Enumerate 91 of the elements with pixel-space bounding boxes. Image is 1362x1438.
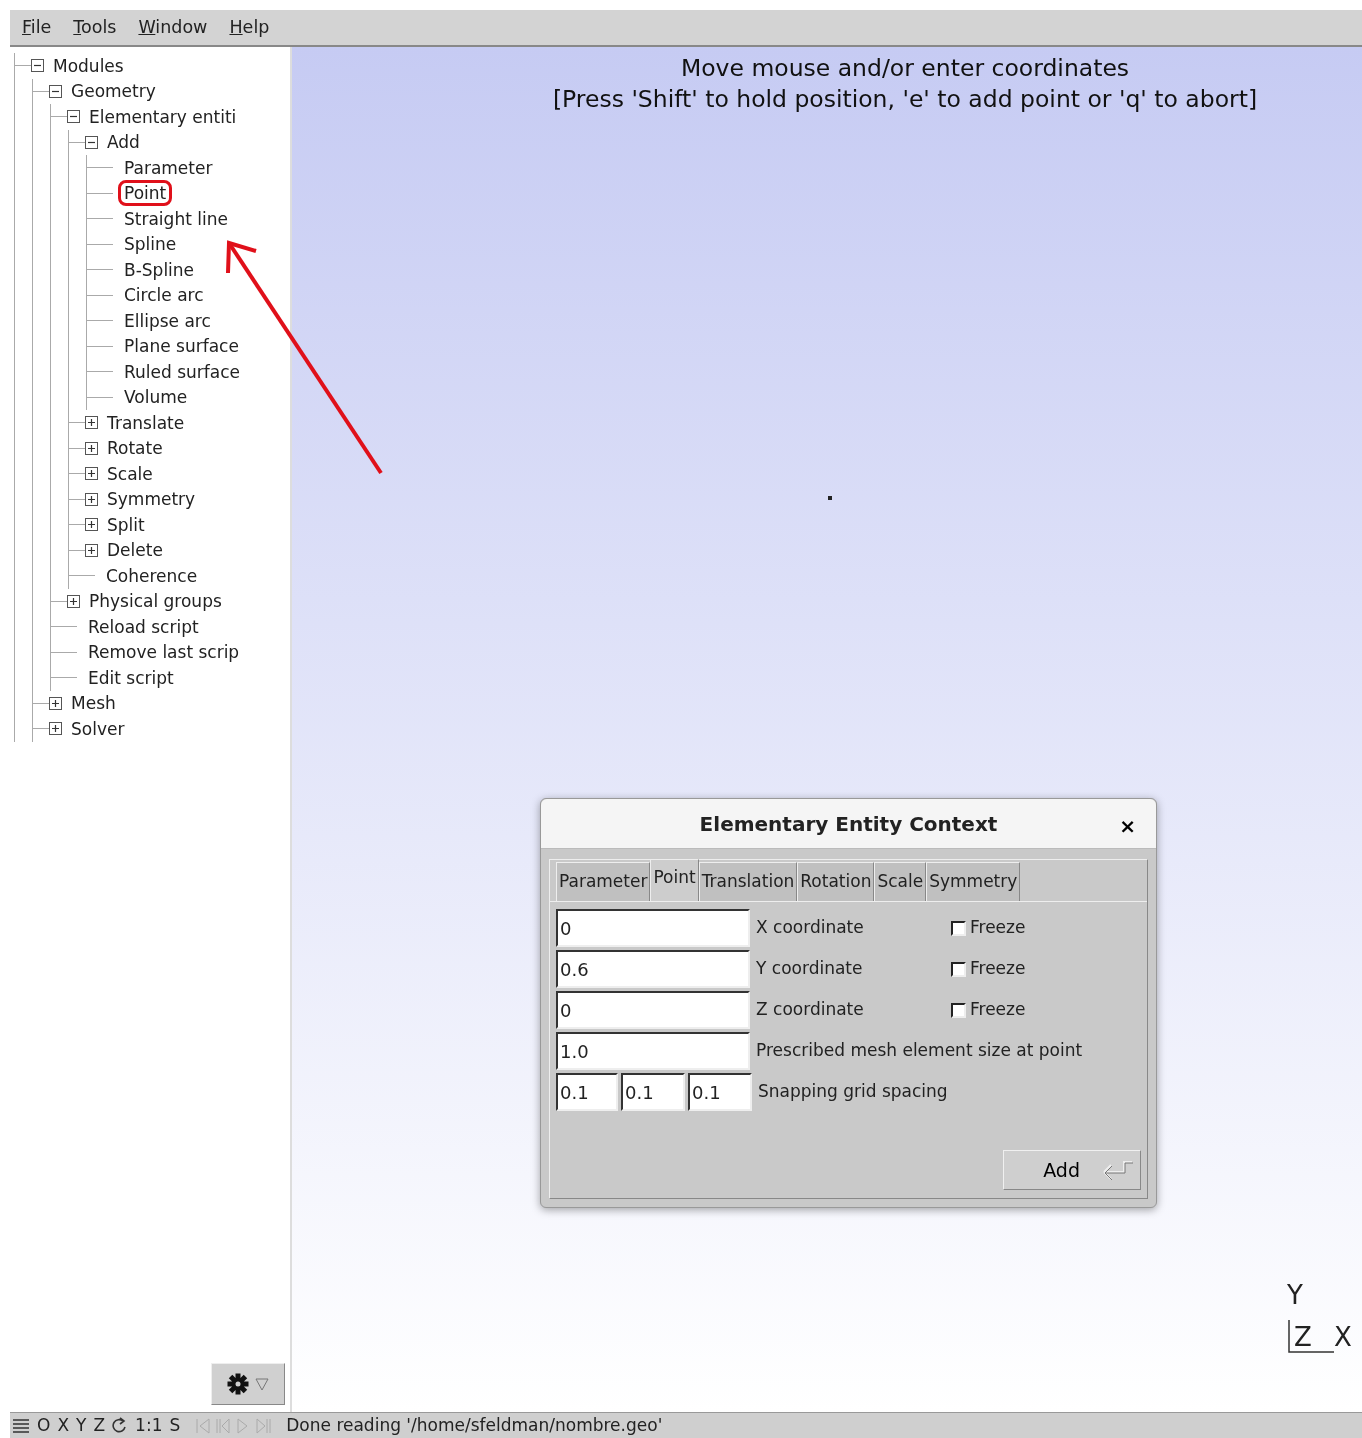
settings-icon <box>227 1373 249 1395</box>
tree-item[interactable]: Remove last scrip <box>85 642 243 663</box>
tree-item[interactable]: Volume <box>121 387 191 408</box>
tree-item[interactable]: Translate <box>104 412 188 433</box>
tree-item[interactable]: Ruled surface <box>121 361 244 382</box>
tree-item[interactable]: Add <box>104 132 143 153</box>
expand-toggle[interactable] <box>85 518 98 532</box>
view-button[interactable]: 1:1 <box>135 1417 163 1434</box>
expand-toggle[interactable] <box>85 543 98 557</box>
status-message: Done reading '/home/sfeldman/nombre.geo' <box>286 1413 663 1437</box>
expand-toggle[interactable] <box>85 441 98 455</box>
checkbox-label: Freeze <box>970 916 1026 940</box>
return-icon <box>1102 1159 1134 1181</box>
tree-item[interactable]: Point <box>121 183 170 204</box>
input-field[interactable]: 0 <box>556 909 750 947</box>
collapse-toggle[interactable] <box>49 84 62 98</box>
tree-item[interactable]: Circle arc <box>121 285 207 306</box>
tree-item[interactable]: Ellipse arc <box>121 310 214 331</box>
expand-toggle[interactable] <box>85 416 98 430</box>
tree-item[interactable]: Elementary entiti <box>86 106 240 127</box>
add-button[interactable]: Add <box>1003 1150 1141 1190</box>
menu-icon[interactable] <box>12 1416 30 1435</box>
expand-toggle[interactable] <box>85 467 98 481</box>
tab[interactable]: Parameter <box>556 862 651 901</box>
view-button[interactable]: O <box>37 1417 51 1434</box>
field-label: Prescribed mesh element size at point <box>756 1039 1083 1063</box>
view-button[interactable]: Y <box>76 1417 87 1434</box>
close-button[interactable]: × <box>1115 811 1140 841</box>
tree-item[interactable]: Delete <box>104 540 166 561</box>
axis-label: X <box>1334 1324 1352 1350</box>
tree-item[interactable]: Straight line <box>121 208 231 229</box>
input-field[interactable]: 0.1 <box>621 1073 685 1111</box>
expand-toggle[interactable] <box>49 722 62 736</box>
axis-label: Y <box>1287 1282 1303 1308</box>
view-button[interactable]: X <box>57 1417 70 1434</box>
checkbox-label: Freeze <box>970 957 1026 981</box>
settings-button[interactable] <box>211 1363 285 1405</box>
tree-item[interactable]: Reload script <box>85 616 202 637</box>
tree-item[interactable]: Solver <box>68 718 128 739</box>
input-field[interactable]: 0.1 <box>688 1073 752 1111</box>
point-marker <box>828 496 832 500</box>
tree-item[interactable]: Coherence <box>103 565 201 586</box>
view-button[interactable]: S <box>169 1417 181 1434</box>
caret-icon <box>255 1377 269 1391</box>
collapse-toggle[interactable] <box>31 59 44 73</box>
tree-item[interactable]: Symmetry <box>104 489 199 510</box>
tree-item[interactable]: Mesh <box>68 693 119 714</box>
tree-item[interactable]: Geometry <box>68 81 159 102</box>
prompt-text: [Press 'Shift' to hold position, 'e' to add point or 'q' to abort] <box>551 84 1259 115</box>
menu-item[interactable]: Help <box>229 14 270 41</box>
prompt-text: Move mouse and/or enter coordinates <box>679 53 1131 84</box>
input-field[interactable]: 0 <box>556 991 750 1029</box>
menu-item[interactable]: File <box>22 14 52 41</box>
checkbox-label: Freeze <box>970 998 1026 1022</box>
view-button[interactable]: Z <box>93 1417 106 1434</box>
input-field[interactable]: 1.0 <box>556 1032 750 1070</box>
tree-item[interactable]: Edit script <box>85 667 177 688</box>
tree-item[interactable]: B-Spline <box>121 259 198 280</box>
field-label: Y coordinate <box>756 957 863 981</box>
tree-item[interactable]: Parameter <box>121 157 216 178</box>
field-label: Snapping grid spacing <box>758 1080 948 1104</box>
collapse-toggle[interactable] <box>67 110 80 124</box>
tab[interactable]: Translation <box>698 862 798 901</box>
tab[interactable]: Scale <box>874 862 927 901</box>
input-field[interactable]: 0.6 <box>556 950 750 988</box>
tree-item[interactable]: Scale <box>104 463 156 484</box>
tree-item[interactable]: Modules <box>50 55 127 76</box>
checkbox[interactable] <box>951 961 966 977</box>
tree-item[interactable]: Spline <box>121 234 180 255</box>
tree-item[interactable]: Rotate <box>104 438 166 459</box>
field-label: Z coordinate <box>756 998 864 1022</box>
menu-item[interactable]: Window <box>138 14 208 41</box>
tab[interactable]: Point <box>650 859 699 901</box>
checkbox[interactable] <box>951 1002 966 1018</box>
axis-label: Z <box>1294 1324 1312 1350</box>
collapse-toggle[interactable] <box>85 135 98 149</box>
tab[interactable]: Rotation <box>797 862 875 901</box>
field-label: X coordinate <box>756 916 864 940</box>
axis-lines-icon <box>1288 1319 1335 1353</box>
tab[interactable]: Symmetry <box>926 862 1021 901</box>
input-field[interactable]: 0.1 <box>556 1073 618 1111</box>
tree-item[interactable]: Physical groups <box>86 591 225 612</box>
rotate-icon[interactable] <box>112 1416 129 1435</box>
expand-toggle[interactable] <box>67 594 80 608</box>
dialog-title: Elementary Entity Context <box>699 810 998 838</box>
checkbox[interactable] <box>951 920 966 936</box>
tree-item[interactable]: Split <box>104 514 148 535</box>
expand-toggle[interactable] <box>49 696 62 710</box>
menu-item[interactable]: Tools <box>73 14 117 41</box>
expand-toggle[interactable] <box>85 492 98 506</box>
tree-item[interactable]: Plane surface <box>121 336 242 357</box>
